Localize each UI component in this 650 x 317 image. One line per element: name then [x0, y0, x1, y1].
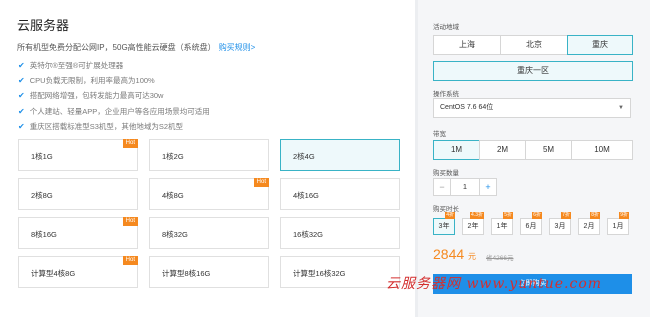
check-icon: ✔	[18, 107, 25, 116]
chevron-down-icon: ▼	[618, 105, 624, 111]
feature-item: ✔ CPU负载无限制，利用率最高为100%	[18, 76, 155, 85]
price-unit: 元	[468, 252, 477, 261]
plan-card-4c8g[interactable]: 4核8G Hot	[149, 178, 269, 210]
subtitle-text: 所有机型免费分配公网IP，50G高性能云硬盘（系统盘）	[17, 43, 216, 52]
check-icon: ✔	[18, 91, 25, 100]
duration-2m[interactable]: 2月 8折	[578, 212, 600, 235]
bandwidth-label: 带宽	[433, 131, 446, 138]
hot-badge: Hot	[122, 139, 138, 148]
plan-card-1c2g[interactable]: 1核2G	[149, 139, 269, 171]
check-icon: ✔	[18, 122, 25, 131]
feature-item: ✔ 搭配网络增强，包转发能力最高可达30w	[18, 91, 164, 100]
check-icon: ✔	[18, 76, 25, 85]
purchase-rules-link[interactable]: 购买规则>	[219, 43, 256, 52]
subtitle: 所有机型免费分配公网IP，50G高性能云硬盘（系统盘） 购买规则>	[17, 42, 255, 53]
plan-card-2c8g[interactable]: 2核8G	[18, 178, 138, 210]
plan-card-8c32g[interactable]: 8核32G	[149, 217, 269, 249]
bandwidth-1m[interactable]: 1M	[433, 140, 480, 160]
region-beijing[interactable]: 北京	[500, 35, 568, 55]
savings-text: 省4266元	[486, 255, 514, 262]
quantity-plus-button[interactable]: +	[479, 178, 497, 196]
duration-1m[interactable]: 1月 9折	[607, 212, 629, 235]
zone-chongqing-1[interactable]: 重庆一区	[433, 61, 633, 81]
quantity-label: 购买数量	[433, 170, 459, 177]
duration-1y[interactable]: 1年 5折	[491, 212, 513, 235]
discount-badge: 8折	[590, 212, 600, 219]
plan-card-8c16g[interactable]: 8核16G Hot	[18, 217, 138, 249]
hot-badge: Hot	[122, 256, 138, 265]
os-select[interactable]: CentOS 7.6 64位 ▼	[433, 98, 631, 118]
os-label: 操作系统	[433, 91, 459, 98]
discount-badge: 6折	[532, 212, 542, 219]
plan-card-1c1g[interactable]: 1核1G Hot	[18, 139, 138, 171]
discount-badge: 4.3折	[470, 212, 484, 219]
hot-badge: Hot	[253, 178, 269, 187]
discount-badge: 5折	[503, 212, 513, 219]
quantity-minus-button[interactable]: −	[433, 178, 451, 196]
discount-badge: 4折	[445, 212, 455, 219]
duration-2y[interactable]: 2年 4.3折	[462, 212, 484, 235]
discount-badge: 7折	[561, 212, 571, 219]
price: 2844 元	[433, 246, 477, 262]
plan-card-compute-8c16g[interactable]: 计算型8核16G	[149, 256, 269, 288]
plan-card-2c4g[interactable]: 2核4G	[280, 139, 400, 171]
duration-3m[interactable]: 3月 7折	[549, 212, 571, 235]
duration-3y[interactable]: 3年 4折	[433, 212, 455, 235]
quantity-input[interactable]: 1	[450, 178, 480, 196]
duration-6m[interactable]: 6月 6折	[520, 212, 542, 235]
bandwidth-2m[interactable]: 2M	[479, 140, 526, 160]
feature-item: ✔ 英特尔®至强®可扩展处理器	[18, 61, 124, 70]
plan-card-compute-4c8g[interactable]: 计算型4核8G Hot	[18, 256, 138, 288]
hot-badge: Hot	[122, 217, 138, 226]
discount-badge: 9折	[619, 212, 629, 219]
plan-card-compute-16c32g[interactable]: 计算型16核32G	[280, 256, 400, 288]
plan-card-16c32g[interactable]: 16核32G	[280, 217, 400, 249]
feature-item: ✔ 个人建站、轻量APP，企业用户等各应用场景均可适用	[18, 107, 210, 116]
region-label: 活动地域	[433, 24, 459, 31]
page-title: 云服务器	[17, 18, 70, 33]
plan-card-4c16g[interactable]: 4核16G	[280, 178, 400, 210]
check-icon: ✔	[18, 61, 25, 70]
bandwidth-10m[interactable]: 10M	[571, 140, 633, 160]
watermark: 云服务器网 www.yuntue.com	[386, 276, 603, 292]
feature-item: ✔ 重庆区搭载标准型S3机型，其他地域为S2机型	[18, 122, 184, 131]
bandwidth-5m[interactable]: 5M	[525, 140, 572, 160]
region-shanghai[interactable]: 上海	[433, 35, 501, 55]
region-chongqing[interactable]: 重庆	[567, 35, 633, 55]
